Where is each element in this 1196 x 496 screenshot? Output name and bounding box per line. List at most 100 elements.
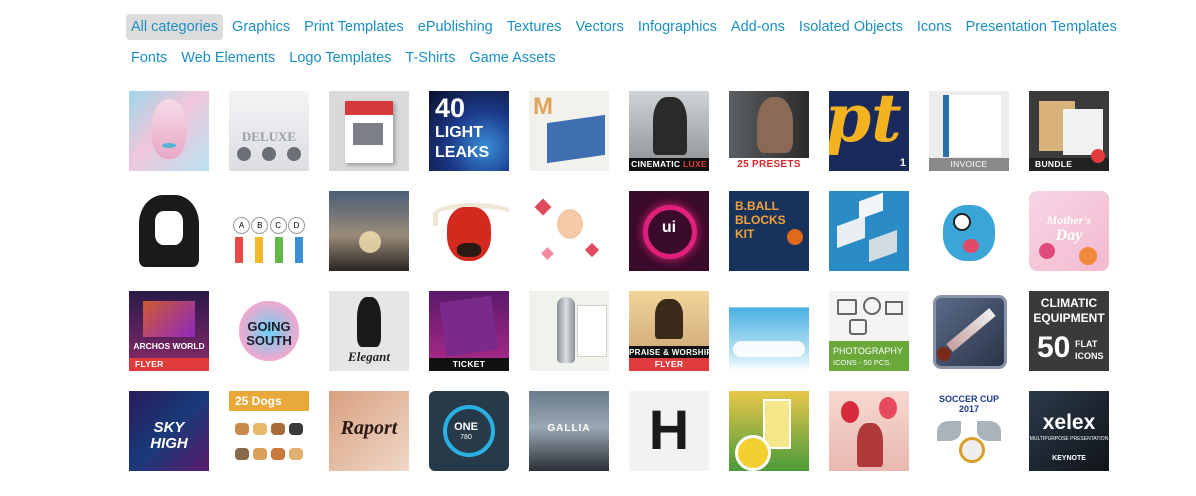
speaker-icon [237, 147, 251, 161]
category-epublishing[interactable]: ePublishing [413, 14, 498, 40]
product-tile-bull-logo[interactable] [429, 191, 509, 271]
product-tile-cinematic-luxe[interactable]: CINEMATIC LUXE [629, 91, 709, 171]
climatic-line2: EQUIPMENT [1033, 311, 1105, 325]
category-presentation-templates[interactable]: Presentation Templates [961, 14, 1122, 40]
mothers-line1: Mother's [1046, 213, 1092, 227]
heart-icon [541, 247, 554, 260]
product-tile-m-logo[interactable]: M [529, 91, 609, 171]
leaks-line2: LEAKS [435, 144, 490, 161]
product-tile-h-logo[interactable]: H [629, 391, 709, 471]
category-fonts[interactable]: Fonts [126, 45, 172, 71]
category-web-elements[interactable]: Web Elements [176, 45, 280, 71]
product-tile-bundle[interactable]: BUNDLE [1029, 91, 1109, 171]
product-tile-muscle-man[interactable] [129, 191, 209, 271]
product-tile-isometric-infographic[interactable] [829, 191, 909, 271]
pencil-icon [275, 237, 283, 263]
sky-line1: SKY [153, 419, 185, 436]
figure-highlight [155, 211, 183, 245]
sun-glow [359, 231, 381, 253]
product-tile-going-south[interactable]: GOING SOUTH [229, 291, 309, 371]
product-tile-face-art[interactable] [129, 91, 209, 171]
one-word: ONE [454, 421, 478, 433]
couple-silhouette [857, 423, 883, 467]
product-tile-pt-font[interactable]: pt 1 [829, 91, 909, 171]
product-tile-valentine[interactable] [829, 391, 909, 471]
product-tile-bball-blocks[interactable]: B.BALL BLOCKS KIT [729, 191, 809, 271]
product-tile-bottle-trifold[interactable] [529, 291, 609, 371]
category-logo-templates[interactable]: Logo Templates [284, 45, 396, 71]
category-isolated-objects[interactable]: Isolated Objects [794, 14, 908, 40]
product-tile-mothers-day[interactable]: Mother's Day [1029, 191, 1109, 271]
soccer-line1: SOCCER CUP [938, 394, 999, 404]
gallia-text: GALLIA [547, 423, 591, 434]
product-tile-one-780[interactable]: ONE 780 [429, 391, 509, 471]
product-tile-abcd-infographic[interactable]: A B C D [229, 191, 309, 271]
product-tile-monster-mascot[interactable] [929, 191, 1009, 271]
category-print-templates[interactable]: Print Templates [299, 14, 409, 40]
monster-eye [953, 213, 971, 231]
product-tile-archos-flyer[interactable]: ARCHOS WORLD FLYER [129, 291, 209, 371]
product-tile-ticket[interactable]: TICKET [429, 291, 509, 371]
product-tile-forest-sunset[interactable] [329, 191, 409, 271]
xelex-word: xelex [1042, 411, 1096, 434]
h-letter: H [648, 398, 690, 461]
monster-tongue [963, 239, 979, 253]
product-tile-game-sword[interactable] [929, 291, 1009, 371]
product-tile-light-leaks[interactable]: 40 LIGHT LEAKS [429, 91, 509, 171]
product-tile-sky-clouds[interactable] [729, 291, 809, 371]
product-tile-praise-worship[interactable]: PRAISE & WORSHIP FLYER [629, 291, 709, 371]
category-textures[interactable]: Textures [502, 14, 567, 40]
category-graphics[interactable]: Graphics [227, 14, 295, 40]
heart-icon [584, 242, 600, 258]
praise-caption2: FLYER [629, 358, 709, 371]
dog-icon [235, 448, 249, 460]
climatic-flat: FLAT [1075, 339, 1098, 349]
elegant-text: Elegant [348, 349, 390, 364]
product-tile-ui-kit[interactable]: ui [629, 191, 709, 271]
category-add-ons[interactable]: Add-ons [726, 14, 790, 40]
dog-icon [289, 423, 303, 435]
product-tile-sky-high[interactable]: SKY HIGH [129, 391, 209, 471]
product-tile-25-presets[interactable]: 25 PRESETS [729, 91, 809, 171]
cloud-shape [733, 341, 805, 357]
product-tile-cupid-set[interactable] [529, 191, 609, 271]
category-game-assets[interactable]: Game Assets [464, 45, 560, 71]
bball-line3: KIT [735, 227, 755, 241]
product-tile-invoice[interactable]: INVOICE [929, 91, 1009, 171]
pencil-icon [255, 237, 263, 263]
product-tile-raport-font[interactable]: Raport [329, 391, 409, 471]
product-tile-deluxe-flyer[interactable]: DELUXE [229, 91, 309, 171]
invoice-page [943, 95, 1001, 157]
dog-icon [253, 448, 267, 460]
photo-line2: ICONS - 50 PCS. [833, 358, 892, 367]
ui-text: ui [661, 219, 677, 236]
product-tile-brochure[interactable] [329, 91, 409, 171]
product-tile-xelex[interactable]: xelex MULTIPURPOSE PRESENTATION KEYNOTE [1029, 391, 1109, 471]
category-t-shirts[interactable]: T-Shirts [400, 45, 460, 71]
product-tile-climatic-equipment[interactable]: CLIMATIC EQUIPMENT 50 FLAT ICONS [1029, 291, 1109, 371]
lips-shape [162, 143, 176, 148]
luxe-word: LUXE [683, 159, 707, 169]
invoice-caption: INVOICE [929, 158, 1009, 171]
dog-icon [289, 448, 303, 460]
category-icons[interactable]: Icons [912, 14, 957, 40]
product-tile-photography-icons[interactable]: PHOTOGRAPHY ICONS - 50 PCS. [829, 291, 909, 371]
pencil-row [235, 237, 303, 263]
category-infographics[interactable]: Infographics [633, 14, 722, 40]
raport-text: Raport [340, 417, 398, 439]
lemon-icon [735, 435, 771, 471]
category-all[interactable]: All categories [126, 14, 224, 40]
category-vectors[interactable]: Vectors [571, 14, 629, 40]
product-grid: DELUXE 40 LIGHT LEAKS M CINEMATIC LUXE 2… [129, 91, 1109, 471]
presets-caption: 25 PRESETS [729, 158, 809, 171]
dog-icon [271, 448, 285, 460]
product-tile-25-dogs[interactable]: 25 Dogs [229, 391, 309, 471]
product-tile-lemonade[interactable] [729, 391, 809, 471]
going-line2: SOUTH [246, 333, 292, 348]
dog-icon [253, 423, 267, 435]
product-tile-elegant[interactable]: Elegant [329, 291, 409, 371]
product-tile-gallia[interactable]: GALLIA [529, 391, 609, 471]
balloon-icon [879, 397, 897, 419]
product-tile-soccer-cup[interactable]: SOCCER CUP 2017 [929, 391, 1009, 471]
soccer-line2: 2017 [958, 404, 980, 414]
